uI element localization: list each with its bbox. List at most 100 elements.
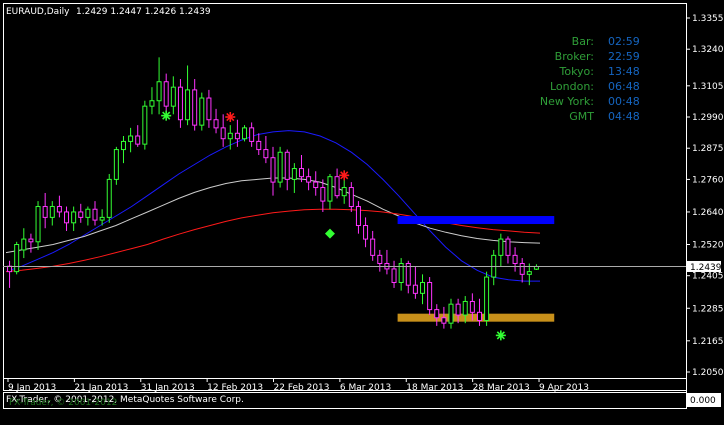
candle-body (185, 89, 191, 121)
candle-body (14, 244, 20, 273)
y-tick-label: 1.2165 (692, 337, 724, 347)
candle-body (234, 132, 240, 140)
x-tick-label: 22 Feb 2013 (274, 383, 330, 393)
candle-body (192, 89, 198, 126)
info-label: Bar: (572, 35, 594, 48)
candle-body (476, 311, 482, 321)
candle-body (412, 284, 418, 294)
candle-body (284, 151, 290, 180)
info-label: London: (550, 80, 594, 93)
info-value: 00:48 (608, 95, 640, 108)
candle-body (519, 262, 525, 275)
candle-body (163, 81, 169, 107)
candle-body (106, 178, 112, 218)
candle-body (28, 238, 34, 243)
candle-body (377, 254, 383, 264)
candle-body (21, 238, 27, 251)
info-value: 22:59 (608, 50, 640, 63)
candle-body (135, 135, 141, 145)
info-label: GMT (569, 110, 594, 123)
x-tick-label: 18 Mar 2013 (406, 383, 463, 393)
candle-body (99, 216, 105, 221)
candle-body (277, 151, 283, 183)
star-marker (225, 112, 236, 123)
y-tick-label: 1.2285 (692, 304, 724, 314)
candle-body (320, 187, 326, 202)
y-tick-label: 1.3105 (692, 82, 724, 92)
x-tick-label: 6 Mar 2013 (340, 383, 391, 393)
candle-body (128, 135, 134, 142)
candle-body (220, 127, 226, 140)
y-tick-label: 1.2520 (692, 241, 724, 251)
candle-body (64, 211, 70, 224)
x-tick-label: 21 Jan 2013 (74, 383, 128, 393)
candle-body (469, 300, 475, 313)
y-tick-label: 1.2875 (692, 144, 724, 154)
candle-body (291, 168, 297, 180)
x-tick-label: 31 Jan 2013 (141, 383, 195, 393)
candle-body (199, 97, 205, 126)
y-tick-label: 1.2405 (692, 272, 724, 282)
candle-body (270, 157, 276, 183)
x-tick-label: 9 Jan 2013 (8, 383, 56, 393)
info-label: New York: (540, 95, 594, 108)
candle-body (149, 100, 155, 107)
y-tick-label: 1.2760 (692, 175, 724, 185)
candle-body (434, 309, 440, 319)
zone-lower (397, 313, 555, 322)
candle-body (56, 206, 62, 213)
candle-body (71, 211, 77, 224)
candle-body (327, 176, 333, 202)
chart-symbol-title: EURAUD,Daily (6, 7, 70, 17)
x-tick-label: 12 Feb 2013 (207, 383, 263, 393)
candle-body (78, 211, 84, 218)
price-tag-label: 1.2439 (690, 263, 722, 273)
y-tick-label: 1.2990 (692, 113, 724, 123)
candle-body (455, 303, 461, 316)
candle-body (462, 300, 468, 316)
candle-body (7, 265, 13, 273)
info-label: Tokyo: (558, 65, 594, 78)
candle-body (213, 119, 219, 129)
star-marker (495, 330, 506, 341)
candle-body (498, 238, 504, 256)
candle-body (177, 86, 183, 121)
star-marker (339, 170, 350, 181)
candle-body (341, 187, 347, 197)
x-tick-label: 9 Apr 2013 (539, 383, 589, 393)
y-tick-label: 1.3240 (692, 45, 724, 55)
x-tick-label: 28 Mar 2013 (473, 383, 530, 393)
candle-body (526, 271, 532, 275)
candle-body (355, 206, 361, 227)
candle-body (441, 317, 447, 324)
y-tick-label: 1.2050 (692, 368, 724, 378)
candle-body (249, 127, 255, 142)
candle-body (263, 149, 269, 159)
candle-body (85, 208, 91, 218)
candle-body (505, 238, 511, 256)
info-value: 06:48 (608, 80, 640, 93)
y-tick-label: 1.2640 (692, 208, 724, 218)
candle-body (49, 206, 55, 218)
candle-body (427, 281, 433, 311)
candle-body (313, 181, 319, 189)
candle-body (420, 281, 426, 294)
chart-window: 1.3355 1.3240 1.3105 1.2990 1.2875 1.2760 1.26… (0, 0, 724, 425)
candle-body (113, 149, 119, 180)
candle-body (256, 140, 262, 151)
copyright-overlay: FX-Trader, © 2001-2012 (9, 398, 117, 408)
candle-body (120, 140, 126, 151)
info-value: 13:48 (608, 65, 640, 78)
candle-body (391, 268, 397, 283)
candle-body (92, 208, 98, 221)
candle-body (512, 254, 518, 264)
candle-body (484, 276, 490, 321)
price-tag: 1.2439 (687, 260, 722, 273)
indicator-value-text: 0.000 (690, 396, 716, 406)
candle-body (334, 176, 340, 197)
candle-body (448, 303, 454, 324)
candle-body (206, 97, 212, 121)
candle-body (306, 176, 312, 183)
candle-body (348, 187, 354, 208)
zone-upper (397, 216, 555, 225)
